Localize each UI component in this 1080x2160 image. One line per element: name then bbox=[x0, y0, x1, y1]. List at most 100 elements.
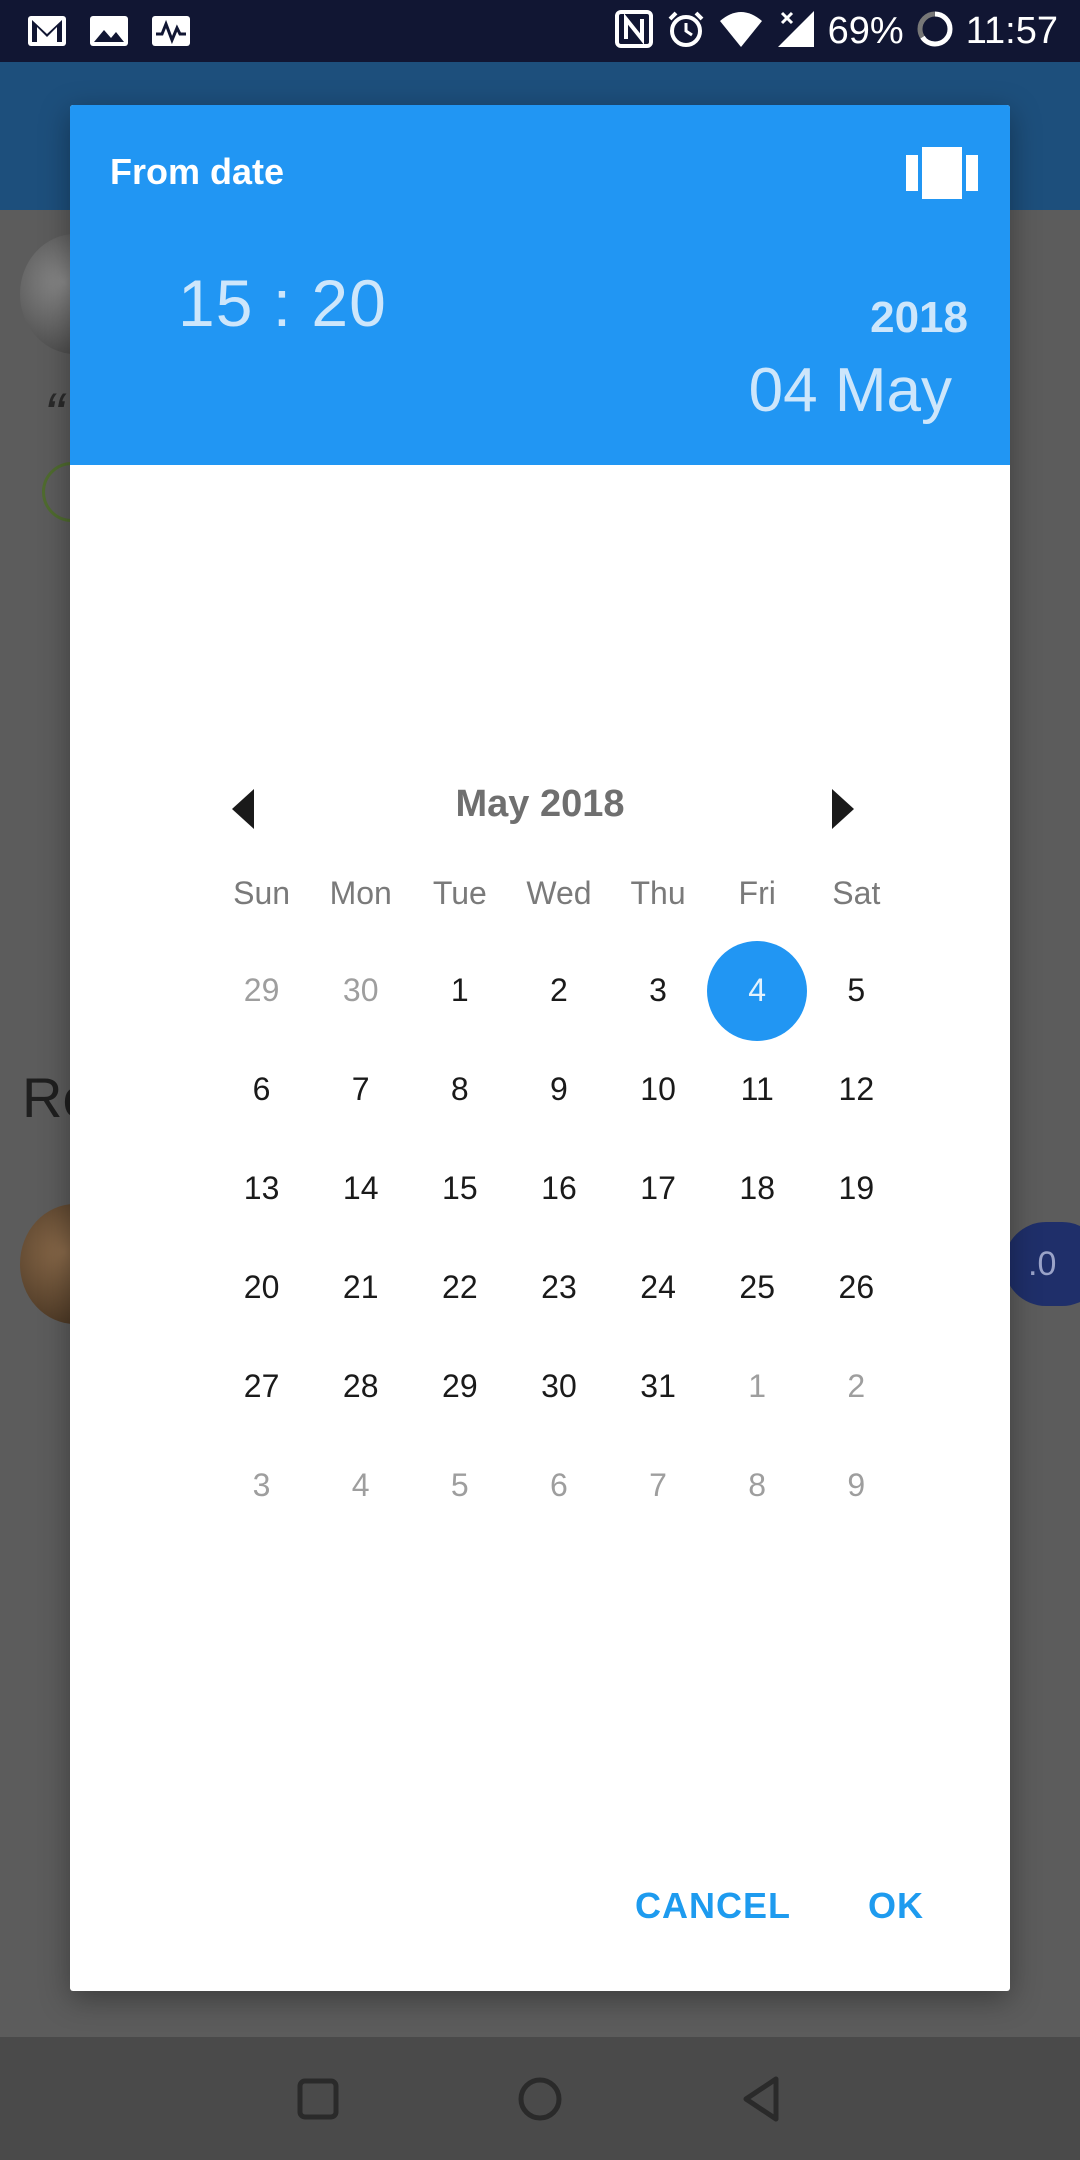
nfc-icon bbox=[614, 9, 654, 54]
day-number: 15 bbox=[442, 1170, 478, 1206]
day-number: 9 bbox=[847, 1467, 866, 1503]
selected-time[interactable]: 15 : 20 bbox=[178, 265, 387, 341]
day-number: 8 bbox=[450, 1071, 469, 1107]
back-icon[interactable] bbox=[732, 2069, 792, 2129]
day-cell[interactable]: 11 bbox=[708, 1040, 807, 1139]
day-number: 13 bbox=[243, 1170, 280, 1206]
day-cell[interactable]: 13 bbox=[212, 1139, 311, 1238]
day-number: 8 bbox=[748, 1467, 767, 1503]
day-cell[interactable]: 1 bbox=[410, 941, 509, 1040]
day-number: 18 bbox=[739, 1170, 775, 1206]
day-number: 3 bbox=[252, 1467, 271, 1503]
day-cell[interactable]: 8 bbox=[410, 1040, 509, 1139]
gallery-icon bbox=[88, 12, 130, 50]
day-number: 9 bbox=[550, 1071, 568, 1107]
day-cell[interactable]: 29 bbox=[212, 941, 311, 1040]
day-cell[interactable]: 5 bbox=[410, 1436, 509, 1535]
day-number: 17 bbox=[640, 1170, 676, 1206]
screen: 69% 11:57 “7 Re .0 From date 15 bbox=[0, 0, 1080, 2160]
dialog-title: From date bbox=[110, 151, 285, 192]
month-navigation: May 2018 bbox=[70, 773, 1010, 853]
weekday-header: Sun Mon Tue Wed Thu Fri Sat bbox=[212, 875, 906, 912]
recents-icon[interactable] bbox=[288, 2069, 348, 2129]
day-number: 30 bbox=[342, 972, 379, 1008]
day-cell[interactable]: 5 bbox=[807, 941, 906, 1040]
background-score-badge: .0 bbox=[1004, 1222, 1080, 1306]
weekday-label: Thu bbox=[630, 875, 686, 911]
day-number: 19 bbox=[838, 1170, 875, 1206]
day-cell-selected[interactable]: 4 bbox=[708, 941, 807, 1040]
day-cell[interactable]: 7 bbox=[609, 1436, 708, 1535]
day-number: 1 bbox=[450, 972, 469, 1008]
day-cell[interactable]: 3 bbox=[609, 941, 708, 1040]
day-cell[interactable]: 27 bbox=[212, 1337, 311, 1436]
day-cell[interactable]: 10 bbox=[609, 1040, 708, 1139]
day-cell[interactable]: 15 bbox=[410, 1139, 509, 1238]
day-number: 2 bbox=[550, 972, 568, 1008]
day-cell[interactable]: 12 bbox=[807, 1040, 906, 1139]
day-cell[interactable]: 2 bbox=[807, 1337, 906, 1436]
day-cell[interactable]: 6 bbox=[212, 1040, 311, 1139]
cancel-button[interactable]: CANCEL bbox=[635, 1885, 791, 1927]
day-cell[interactable]: 30 bbox=[509, 1337, 608, 1436]
day-number: 23 bbox=[541, 1269, 577, 1305]
day-cell[interactable]: 1 bbox=[708, 1337, 807, 1436]
day-cell[interactable]: 6 bbox=[509, 1436, 608, 1535]
view-toggle-icon[interactable] bbox=[906, 147, 978, 199]
day-number: 6 bbox=[252, 1071, 271, 1107]
day-number: 29 bbox=[442, 1368, 478, 1404]
day-cell[interactable]: 23 bbox=[509, 1238, 608, 1337]
day-number: 28 bbox=[342, 1368, 379, 1404]
weekday-label: Wed bbox=[526, 875, 592, 911]
day-number: 12 bbox=[838, 1071, 875, 1107]
day-cell[interactable]: 31 bbox=[609, 1337, 708, 1436]
day-cell[interactable]: 2 bbox=[509, 941, 608, 1040]
day-cell[interactable]: 24 bbox=[609, 1238, 708, 1337]
day-cell[interactable]: 19 bbox=[807, 1139, 906, 1238]
date-picker-dialog: From date 15 : 20 2018 04 May May 2018 S… bbox=[70, 105, 1010, 1991]
activity-icon bbox=[150, 12, 192, 50]
day-cell[interactable]: 9 bbox=[807, 1436, 906, 1535]
calendar-grid: 29 30 1 2 3 4 5 6 7 8 9 10 11 12 13 14 15 16 17 18 19 20 21 22 2… bbox=[212, 941, 906, 1535]
alarm-icon bbox=[666, 9, 706, 54]
day-number: 3 bbox=[649, 972, 667, 1008]
home-icon[interactable] bbox=[510, 2069, 570, 2129]
day-number: 6 bbox=[550, 1467, 568, 1503]
navigation-bar bbox=[0, 2037, 1080, 2160]
day-number: 14 bbox=[342, 1170, 379, 1206]
status-bar: 69% 11:57 bbox=[0, 0, 1080, 62]
day-cell[interactable]: 17 bbox=[609, 1139, 708, 1238]
day-number: 26 bbox=[838, 1269, 875, 1305]
next-month-button[interactable] bbox=[818, 781, 862, 837]
selected-year[interactable]: 2018 bbox=[870, 293, 968, 343]
day-number: 31 bbox=[640, 1368, 676, 1404]
dialog-header: From date 15 : 20 2018 04 May bbox=[70, 105, 1010, 465]
day-cell[interactable]: 29 bbox=[410, 1337, 509, 1436]
day-cell[interactable]: 9 bbox=[509, 1040, 608, 1139]
day-cell[interactable]: 28 bbox=[311, 1337, 410, 1436]
day-number: 10 bbox=[640, 1071, 676, 1107]
day-cell[interactable]: 3 bbox=[212, 1436, 311, 1535]
day-number: 24 bbox=[640, 1269, 676, 1305]
day-cell[interactable]: 8 bbox=[708, 1436, 807, 1535]
day-cell[interactable]: 14 bbox=[311, 1139, 410, 1238]
clock: 11:57 bbox=[965, 10, 1058, 52]
day-cell[interactable]: 20 bbox=[212, 1238, 311, 1337]
day-cell[interactable]: 16 bbox=[509, 1139, 608, 1238]
day-cell[interactable]: 21 bbox=[311, 1238, 410, 1337]
day-cell[interactable]: 25 bbox=[708, 1238, 807, 1337]
day-cell[interactable]: 26 bbox=[807, 1238, 906, 1337]
month-label: May 2018 bbox=[455, 783, 625, 825]
day-number: 7 bbox=[351, 1071, 370, 1107]
day-cell[interactable]: 7 bbox=[311, 1040, 410, 1139]
day-number: 4 bbox=[351, 1467, 370, 1503]
selected-date[interactable]: 04 May bbox=[749, 355, 952, 426]
ok-button[interactable]: OK bbox=[868, 1885, 924, 1927]
day-cell[interactable]: 4 bbox=[311, 1436, 410, 1535]
day-cell[interactable]: 18 bbox=[708, 1139, 807, 1238]
day-number: 7 bbox=[649, 1467, 667, 1503]
day-cell[interactable]: 30 bbox=[311, 941, 410, 1040]
day-cell[interactable]: 22 bbox=[410, 1238, 509, 1337]
gmail-icon bbox=[26, 12, 68, 50]
day-number: 5 bbox=[847, 972, 866, 1008]
